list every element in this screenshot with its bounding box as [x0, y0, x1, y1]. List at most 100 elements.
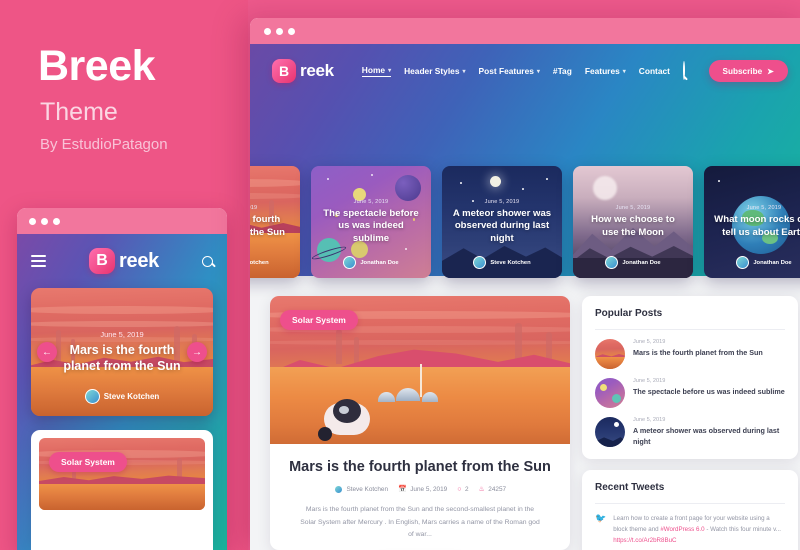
- search-icon[interactable]: [202, 255, 213, 267]
- brand-mark: B: [272, 59, 296, 83]
- meta-date: 📅 June 5, 2019: [398, 486, 447, 493]
- twitter-icon: 🐦: [595, 513, 607, 524]
- slide-author-name: Steve Kotchen: [250, 259, 269, 266]
- widget-title: Recent Tweets: [595, 482, 785, 505]
- avatar: [84, 389, 100, 404]
- post-title[interactable]: The spectacle before us was indeed subli…: [633, 386, 785, 397]
- browser-titlebar: [250, 18, 800, 44]
- carousel-prev-button[interactable]: ←: [37, 342, 57, 362]
- flame-icon: ♨: [478, 486, 485, 494]
- sidebar: Popular Posts June 5, 2019 Mars is the f…: [582, 296, 798, 550]
- nav-item-home[interactable]: Home ▾: [361, 65, 392, 77]
- slide-date: June 5, 2019: [353, 198, 389, 205]
- widget-title: Popular Posts: [595, 308, 785, 330]
- comment-icon: ○: [457, 486, 462, 494]
- promo-panel: Breek Theme By EstudioPatagon B reek Jun…: [0, 0, 248, 550]
- featured-carousel[interactable]: June 5, 2019 Mars is the fourth planet f…: [250, 166, 800, 278]
- nav-item-contact[interactable]: Contact: [639, 66, 670, 76]
- send-icon: ➤: [767, 67, 774, 76]
- avatar: [605, 256, 619, 269]
- site-header: B reek Home ▾ Header Styles ▾ Post Featu…: [250, 44, 800, 278]
- category-tag[interactable]: Solar System: [49, 452, 127, 472]
- mobile-hero-slide[interactable]: June 5, 2019 Mars is the fourth planet f…: [31, 288, 213, 416]
- promo-subtitle: Theme: [40, 98, 118, 126]
- hero-author: Steve Kotchen: [31, 389, 213, 404]
- nav-label: #Tag: [552, 66, 572, 76]
- carousel-slide[interactable]: June 5, 2019 The spectacle before us was…: [311, 166, 431, 278]
- brand-mark: B: [89, 248, 116, 274]
- slide-author: Steve Kotchen: [250, 256, 300, 269]
- subscribe-button[interactable]: Subscribe ➤: [708, 60, 788, 82]
- search-icon: [682, 61, 685, 80]
- carousel-slide[interactable]: June 5, 2019 How we choose to use the Mo…: [573, 166, 693, 278]
- slide-author-name: Jonathan Doe: [360, 259, 399, 266]
- slide-author: Steve Kotchen: [442, 256, 562, 269]
- slide-date: June 5, 2019: [484, 198, 520, 205]
- post-date: June 5, 2019: [633, 417, 666, 423]
- tweet-text-mid: - Watch this four minute v...: [704, 526, 781, 534]
- nav-item-header-styles[interactable]: Header Styles ▾: [404, 66, 465, 76]
- list-item[interactable]: 🐦 Learn how to create a front page for y…: [595, 504, 785, 550]
- slide-title: What moon rocks can tell us about Earth: [714, 214, 800, 238]
- nav-menu: Home ▾ Header Styles ▾ Post Features ▾ #…: [361, 61, 709, 80]
- chevron-down-icon: ▾: [388, 67, 392, 74]
- featured-article-card[interactable]: Solar System Mars is the fourth planet f…: [270, 296, 570, 550]
- avatar: [333, 485, 343, 495]
- hamburger-menu-icon[interactable]: [31, 255, 46, 267]
- list-item[interactable]: June 5, 2019 A meteor shower was observe…: [595, 408, 785, 447]
- slide-title: How we choose to use the Moon: [591, 214, 675, 238]
- mobile-viewport: B reek June 5, 2019 Mars is the fourth p…: [17, 234, 227, 550]
- main-navbar: B reek Home ▾ Header Styles ▾ Post Featu…: [250, 44, 800, 98]
- post-title[interactable]: A meteor shower was observed during last…: [633, 425, 785, 447]
- carousel-next-button[interactable]: →: [187, 342, 207, 362]
- mobile-logo[interactable]: B reek: [46, 248, 202, 274]
- post-thumbnail: [595, 417, 625, 447]
- nav-item-features[interactable]: Features ▾: [585, 66, 626, 76]
- list-item[interactable]: June 5, 2019 The spectacle before us was…: [595, 369, 785, 408]
- nav-label: Post Features: [478, 66, 534, 76]
- list-item[interactable]: June 5, 2019 Mars is the fourth planet f…: [595, 330, 785, 369]
- article-title[interactable]: Mars is the fourth planet from the Sun: [286, 458, 554, 476]
- hero-title: Mars is the fourth planet from the Sun: [63, 343, 181, 373]
- post-text: June 5, 2019 Mars is the fourth planet f…: [633, 339, 763, 369]
- nav-label: Header Styles: [404, 66, 460, 76]
- meta-author-name: Steve Kotchen: [346, 486, 389, 494]
- nav-item-tag[interactable]: #Tag: [553, 66, 572, 76]
- popular-posts-widget: Popular Posts June 5, 2019 Mars is the f…: [582, 296, 798, 460]
- search-button[interactable]: [682, 61, 685, 80]
- slide-date: June 5, 2019: [615, 205, 651, 212]
- promo-byline: By EstudioPatagon: [40, 136, 168, 153]
- carousel-slide[interactable]: June 5, 2019 What moon rocks can tell us…: [704, 166, 800, 278]
- recent-tweets-widget: Recent Tweets 🐦 Learn how to create a fr…: [582, 470, 798, 550]
- slide-title: A meteor shower was observed during last…: [452, 207, 552, 244]
- page-title: Breek: [38, 42, 156, 90]
- nav-label: Features: [584, 66, 620, 76]
- slide-author: Jonathan Doe: [704, 256, 800, 269]
- article-image: Solar System: [270, 296, 570, 444]
- category-tag[interactable]: Solar System: [280, 310, 358, 330]
- post-thumbnail: [595, 378, 625, 408]
- carousel-slide[interactable]: June 5, 2019 A meteor shower was observe…: [442, 166, 562, 278]
- window-dot[interactable]: [276, 27, 283, 35]
- carousel-slide[interactable]: June 5, 2019 Mars is the fourth planet f…: [250, 166, 300, 278]
- slide-author-name: Steve Kotchen: [490, 259, 531, 266]
- mobile-post-card[interactable]: Solar System: [31, 430, 213, 550]
- brand-name: reek: [119, 249, 159, 272]
- tweet-hashtag-link[interactable]: #WordPress 6.0: [660, 526, 704, 533]
- nav-label: Contact: [638, 66, 670, 76]
- window-dot[interactable]: [264, 27, 271, 35]
- article-body: Mars is the fourth planet from the Sun S…: [270, 444, 570, 550]
- mobile-post-image: Solar System: [39, 438, 205, 510]
- meta-date-value: June 5, 2019: [410, 486, 448, 494]
- browser-viewport: B reek Home ▾ Header Styles ▾ Post Featu…: [250, 44, 800, 550]
- slide-author-name: Jonathan Doe: [753, 259, 792, 266]
- tweet-url-link[interactable]: https://t.co/Ar2bR8BuC: [613, 537, 676, 544]
- window-dot[interactable]: [288, 27, 295, 35]
- desktop-browser-mockup: B reek Home ▾ Header Styles ▾ Post Featu…: [250, 18, 800, 550]
- post-title[interactable]: Mars is the fourth planet from the Sun: [633, 347, 763, 358]
- slide-title: The spectacle before us was indeed subli…: [323, 207, 419, 244]
- hero-date: June 5, 2019: [100, 330, 144, 339]
- meta-views: ♨ 24257: [479, 486, 507, 493]
- site-logo[interactable]: B reek: [272, 59, 334, 83]
- nav-item-post-features[interactable]: Post Features ▾: [479, 66, 540, 76]
